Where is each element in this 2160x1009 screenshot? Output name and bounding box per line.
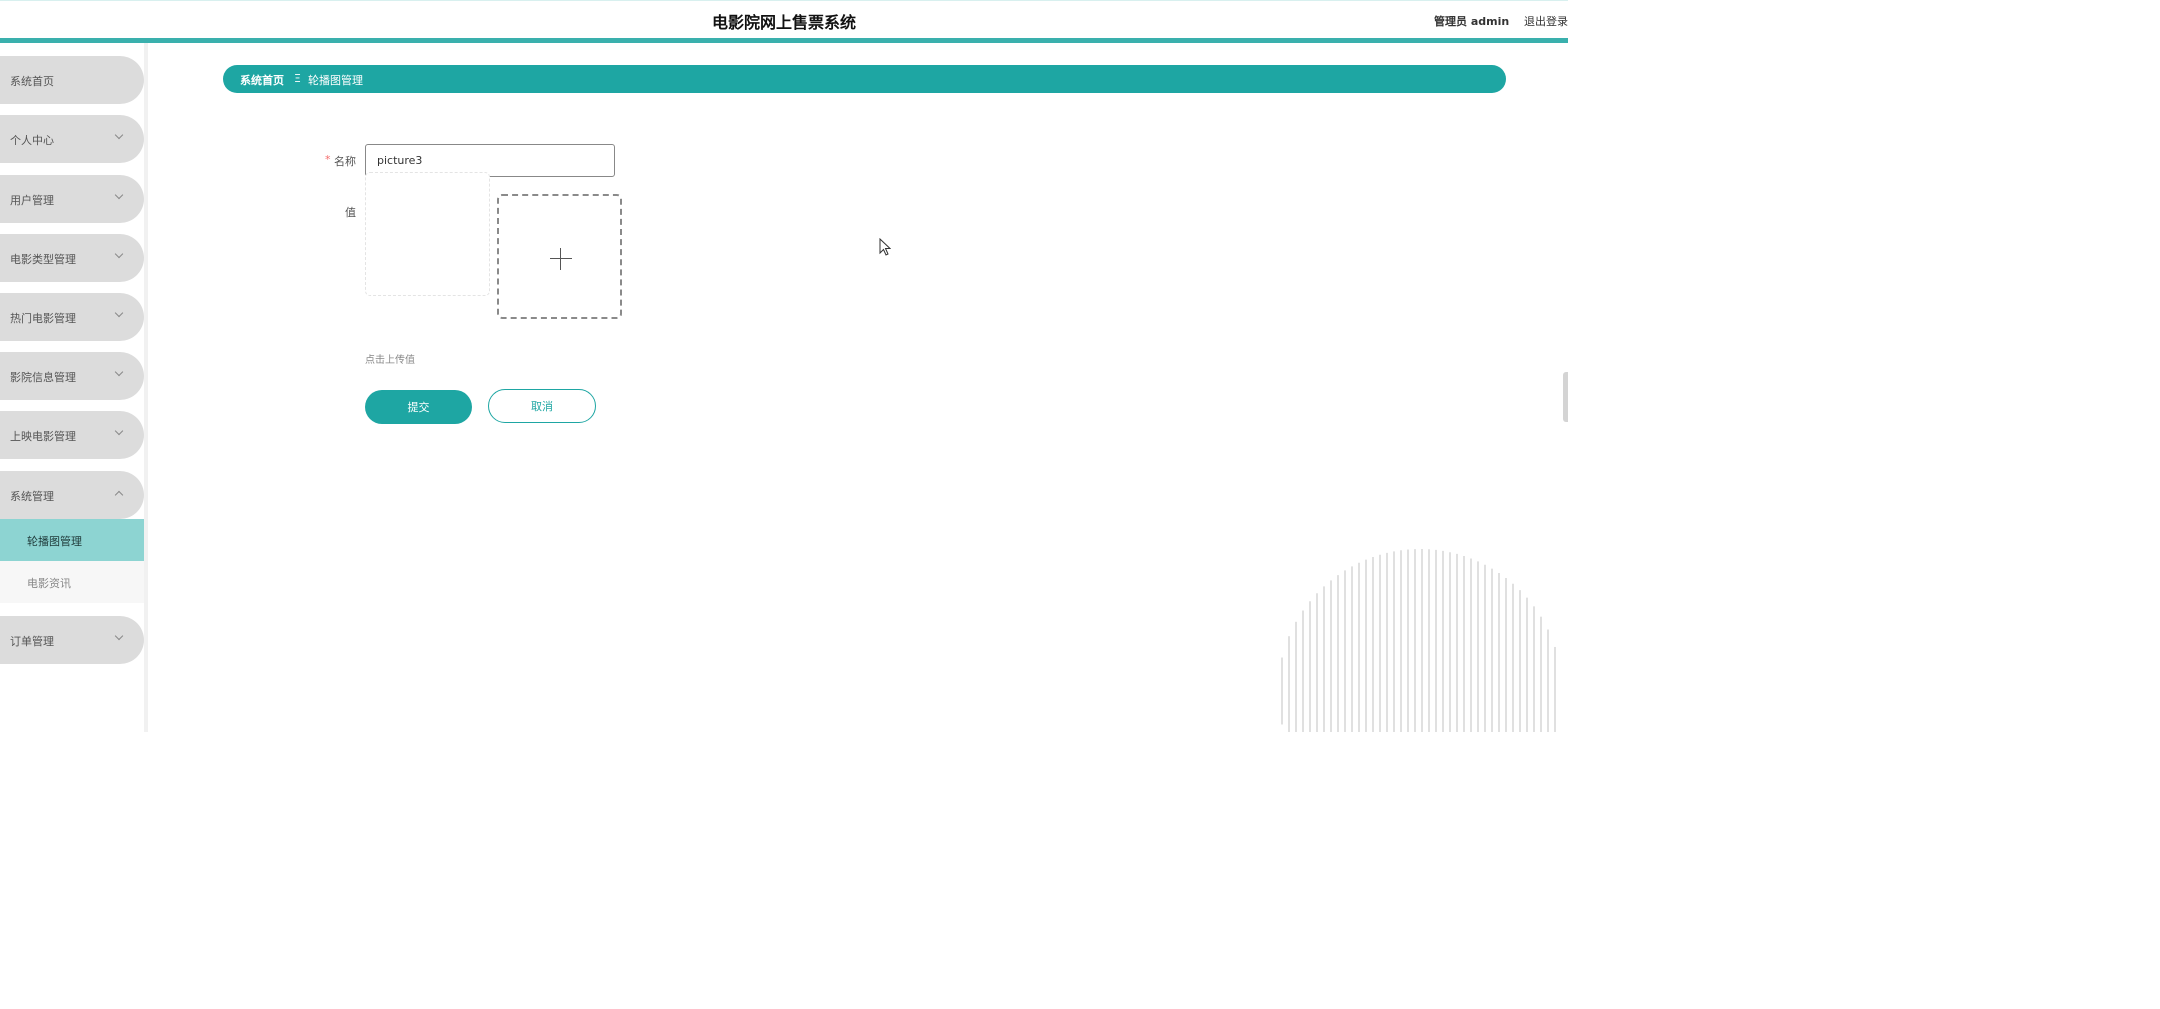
chevron-down-icon xyxy=(114,631,124,641)
value-label: 值 xyxy=(345,206,356,219)
name-label: 名称 xyxy=(334,155,356,168)
chevron-down-icon xyxy=(114,190,124,200)
mouse-cursor-icon xyxy=(879,238,891,256)
breadcrumb-current: 轮播图管理 xyxy=(308,74,363,87)
breadcrumb: 系统首页 Ξ 轮播图管理 xyxy=(223,65,1506,93)
breadcrumb-separator: Ξ xyxy=(294,72,301,85)
sidebar-item-cinema-info[interactable]: 影院信息管理 xyxy=(0,352,144,400)
top-bar: 电影院网上售票系统 管理员 admin 退出登录 xyxy=(0,0,1568,38)
image-upload-button[interactable] xyxy=(497,194,622,319)
current-user: 管理员 admin xyxy=(1434,15,1510,28)
sidebar-item-showing-movies[interactable]: 上映电影管理 xyxy=(0,411,144,459)
chevron-down-icon xyxy=(114,130,124,140)
submenu-item-carousel[interactable]: 轮播图管理 xyxy=(0,519,144,561)
sidebar-item-label: 上映电影管理 xyxy=(10,430,76,443)
sidebar: 系统首页 个人中心 用户管理 电影类型管理 热门电影管理 影院信息管理 上映电影… xyxy=(0,43,148,732)
breadcrumb-home[interactable]: 系统首页 xyxy=(240,72,284,88)
app-title: 电影院网上售票系统 xyxy=(711,13,856,32)
decorative-striped-circle xyxy=(1281,549,1556,732)
chevron-down-icon xyxy=(114,426,124,436)
upload-hint: 点击上传值 xyxy=(365,355,415,366)
plus-icon-vertical xyxy=(560,248,561,270)
sidebar-item-personal-center[interactable]: 个人中心 xyxy=(0,115,144,163)
sidebar-item-home[interactable]: 系统首页 xyxy=(0,56,144,104)
sidebar-item-label: 影院信息管理 xyxy=(10,371,76,384)
sidebar-item-label: 电影类型管理 xyxy=(10,253,76,266)
sidebar-item-movie-types[interactable]: 电影类型管理 xyxy=(0,234,144,282)
header-accent-line xyxy=(0,38,1568,43)
submenu-item-movie-news[interactable]: 电影资讯 xyxy=(0,561,144,603)
chevron-up-icon xyxy=(114,490,124,500)
sidebar-item-label: 订单管理 xyxy=(10,635,54,648)
submenu-item-label: 轮播图管理 xyxy=(27,535,82,548)
logout-link[interactable]: 退出登录 xyxy=(1524,13,1568,29)
chevron-down-icon xyxy=(114,367,124,377)
sidebar-item-users[interactable]: 用户管理 xyxy=(0,175,144,223)
chevron-down-icon xyxy=(114,308,124,318)
cancel-button[interactable]: 取消 xyxy=(488,389,596,423)
sidebar-item-label: 系统首页 xyxy=(10,75,54,88)
sidebar-item-orders[interactable]: 订单管理 xyxy=(0,616,144,664)
sidebar-item-system[interactable]: 系统管理 xyxy=(0,471,144,519)
sidebar-item-hot-movies[interactable]: 热门电影管理 xyxy=(0,293,144,341)
scrollbar-handle[interactable] xyxy=(1563,372,1568,422)
sidebar-item-label: 系统管理 xyxy=(10,490,54,503)
sidebar-item-label: 用户管理 xyxy=(10,194,54,207)
plus-icon xyxy=(550,258,572,259)
sidebar-item-label: 个人中心 xyxy=(10,134,54,147)
page: 电影院网上售票系统 管理员 admin 退出登录 系统首页 个人中心 用户管理 … xyxy=(0,0,1568,732)
sidebar-item-label: 热门电影管理 xyxy=(10,312,76,325)
chevron-down-icon xyxy=(114,249,124,259)
required-mark: * xyxy=(325,153,331,166)
submenu-item-label: 电影资讯 xyxy=(27,577,71,590)
uploaded-image-tile[interactable] xyxy=(365,172,490,296)
submit-button[interactable]: 提交 xyxy=(365,390,472,424)
